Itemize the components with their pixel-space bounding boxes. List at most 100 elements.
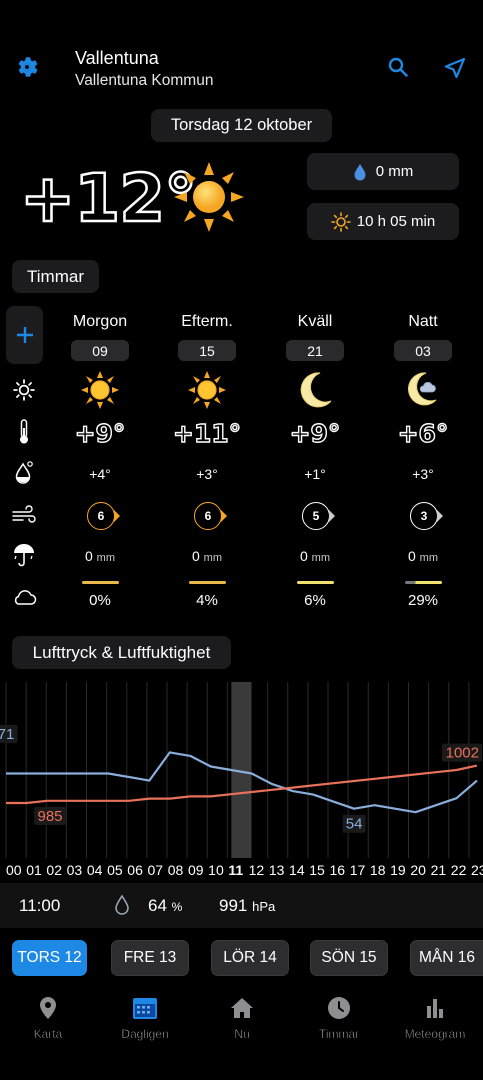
nav-label: Timmar [318, 1027, 360, 1042]
hour-tick-label: 22 [450, 862, 467, 878]
hour-tick-label: 13 [268, 862, 285, 878]
nav-meteogram[interactable]: Meteogram [395, 996, 475, 1041]
weather-row-sun-icon [11, 377, 37, 403]
wind-arrow-icon [329, 510, 335, 522]
nav-label: Karta [33, 1027, 63, 1042]
period-cloud-percent: 6% [304, 592, 326, 609]
day-tab-son[interactable]: SÖN 15 [310, 940, 388, 976]
period-feels-like: +1° [304, 466, 326, 482]
period-cloud-percent: 0% [89, 592, 111, 609]
humidity-unit: % [171, 900, 183, 914]
thermometer-icon [11, 419, 37, 445]
period-cloud-percent: 29% [407, 592, 439, 609]
period-feels-like: +4° [89, 466, 111, 482]
period-feels-like: +3° [412, 466, 434, 482]
cloud-cover-bar [189, 581, 226, 584]
hour-tick-label: 05 [107, 862, 123, 878]
hour-tick-label: 00 [6, 862, 22, 878]
hour-axis: 00 01 02 03 04 05 06 07 08 09 10 11 12 13 14 15 16 17 18 19… [0, 862, 483, 882]
nav-karta[interactable]: Karta [8, 996, 88, 1041]
period-name: Kväll [297, 313, 333, 330]
map-pin-icon [40, 997, 56, 1019]
moon-cloud-icon [403, 370, 443, 410]
wind-arrow-icon [437, 510, 443, 522]
wind-direction-badge: 5 [302, 502, 330, 530]
period-hour: 03 [394, 340, 452, 361]
humidity-value: 64 [148, 896, 167, 915]
hour-tick-label: 23 [471, 862, 483, 878]
pressure-humidity-chart[interactable]: 71 54 985 1002 [0, 682, 483, 858]
daylight-pill: 10 h 05 min [307, 203, 459, 240]
hour-tick-label: 03 [66, 862, 83, 878]
date-label: Torsdag 12 oktober [151, 109, 332, 142]
nav-nu[interactable]: Nu [202, 996, 282, 1041]
expand-button[interactable] [6, 306, 43, 364]
nav-dagligen[interactable]: Dagligen [105, 996, 185, 1041]
svg-text:985: 985 [37, 808, 62, 825]
hour-tick-label: 04 [86, 862, 103, 878]
pressure-section-header: Lufttryck & Luftfuktighet [12, 636, 231, 669]
cloud-cover-bar [82, 581, 119, 584]
day-tab-tors[interactable]: TORS 12 [12, 940, 87, 976]
settings-button[interactable] [12, 52, 42, 82]
period-rain: 0 mm [167, 548, 247, 564]
hour-tick-label: 18 [369, 862, 386, 878]
rain-value: 0 [191, 548, 200, 564]
hour-tick-label: 15 [309, 862, 325, 878]
hour-tick-label: 20 [410, 862, 426, 878]
wind-icon [11, 502, 37, 528]
location-municipality: Vallentuna Kommun [75, 72, 214, 89]
sun-icon [187, 370, 227, 410]
cloud-cover-bar [405, 581, 442, 584]
daylight-value: 10 h 05 min [356, 213, 436, 230]
period-temperature: +6° [397, 418, 449, 448]
chart-value-label: 985 [34, 807, 66, 825]
clock-icon [328, 997, 350, 1019]
cloud-icon [11, 584, 37, 610]
search-button[interactable] [385, 54, 411, 80]
water-drop-icon [354, 163, 366, 180]
locate-button[interactable] [441, 54, 469, 82]
hour-tick-label: 17 [349, 862, 366, 878]
day-tab-lor[interactable]: LÖR 14 [211, 940, 289, 976]
period-temperature: +9° [74, 418, 126, 448]
day-tab-label: FRE 13 [123, 949, 177, 966]
wind-arrow-icon [114, 510, 120, 522]
day-tab-fre[interactable]: FRE 13 [111, 940, 189, 976]
day-tab-label: SÖN 15 [321, 949, 377, 966]
wind-direction-badge: 6 [87, 502, 115, 530]
wind-direction-badge: 6 [194, 502, 222, 530]
hour-tick-label: 21 [430, 862, 447, 878]
chart-value-label: 1002 [442, 743, 482, 762]
hour-tick-label: 16 [329, 862, 346, 878]
chart-value-label: 54 [342, 814, 366, 833]
home-icon [231, 998, 253, 1018]
rain-unit: mm [203, 552, 222, 564]
day-tab-label: MÅN 16 [419, 949, 475, 966]
feels-like-drop-icon [11, 460, 37, 486]
period-hour: 15 [178, 340, 236, 361]
moon-icon [295, 370, 335, 410]
period-name: Natt [408, 313, 438, 330]
period-rain: 0 mm [275, 548, 355, 564]
day-tab-man[interactable]: MÅN 16 [410, 940, 483, 976]
rain-unit: mm [311, 552, 330, 564]
umbrella-icon [11, 542, 37, 568]
cloud-cover-bar [297, 581, 334, 584]
wind-arrow-icon [221, 510, 227, 522]
nav-label: Nu [234, 1027, 250, 1042]
readout-pressure: 991 hPa [219, 896, 275, 916]
sun-icon [80, 370, 120, 410]
hour-tick-label: 12 [248, 862, 265, 878]
svg-text:1002: 1002 [446, 745, 479, 762]
current-temperature: +12° [19, 159, 199, 239]
period-temperature: +11° [172, 418, 242, 448]
hours-section-header: Timmar [12, 260, 99, 293]
pressure-section-title: Lufttryck & Luftfuktighet [32, 642, 211, 662]
gear-icon [18, 57, 38, 77]
nav-timmar[interactable]: Timmar [299, 996, 379, 1041]
rain-value: 0 [84, 548, 93, 564]
period-cloud-percent: 4% [196, 592, 218, 609]
rain-value: 0 [407, 548, 416, 564]
period-feels-like: +3° [196, 466, 218, 482]
